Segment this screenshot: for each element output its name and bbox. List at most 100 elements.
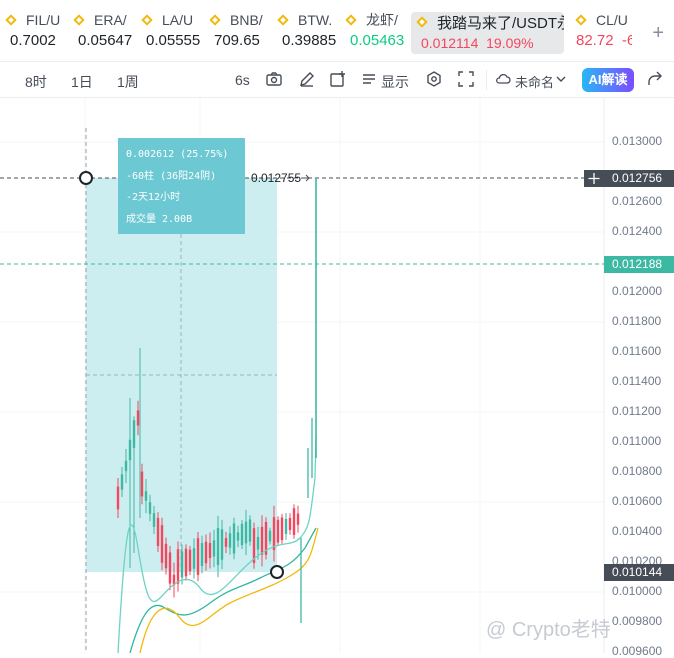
pencil-icon[interactable] — [298, 70, 316, 88]
ticker-btw[interactable]: BTW. 0.39885 — [272, 10, 340, 56]
ticker-era[interactable]: ERA/ 0.05647 — [68, 10, 136, 56]
chart-canvas[interactable] — [0, 98, 674, 653]
display-icon[interactable] — [360, 70, 378, 88]
add-ticker-icon[interactable]: + — [652, 22, 664, 45]
coin-icon — [210, 15, 220, 25]
candle-body — [236, 532, 240, 541]
price-axis-label: 0.013000 — [612, 134, 663, 148]
price-axis-label: 0.012600 — [612, 194, 663, 208]
measure-start-handle[interactable] — [79, 171, 93, 185]
candle-body — [136, 410, 140, 426]
candle-body — [260, 526, 264, 555]
price-tag-low: 0.010144 — [604, 564, 674, 581]
camera-icon[interactable] — [265, 70, 283, 88]
ticker-longxia[interactable]: 龙虾/ 0.05463 — [340, 10, 408, 56]
layout-name-select[interactable]: 未命名 — [515, 72, 554, 91]
price-axis-label: 0.011400 — [612, 374, 662, 388]
chart-toolbar: 8时 1日 1周 6s 显示 未命名 AI解读 — [0, 62, 674, 98]
add-indicator-icon[interactable] — [329, 70, 347, 88]
candle-body — [280, 517, 284, 541]
price-axis-label: 0.012000 — [612, 284, 663, 298]
ticker-price: 0.05647 — [78, 32, 133, 49]
ticker-price: 0.05555 — [146, 32, 201, 49]
price-axis-label: 0.009600 — [612, 644, 663, 658]
ticker-price: 82.72 — [576, 32, 614, 49]
share-icon[interactable] — [646, 70, 664, 88]
display-button[interactable]: 显示 — [381, 72, 409, 92]
coin-icon — [576, 15, 586, 25]
candle-body — [160, 525, 164, 563]
interval-select[interactable]: 6s — [235, 72, 250, 88]
candle-body — [248, 519, 252, 542]
ticker-price: 0.012114 — [421, 35, 479, 51]
ticker-bnb[interactable]: BNB/ 709.65 — [204, 10, 272, 56]
ticker-fil[interactable]: FIL/U 0.7002 — [0, 10, 68, 56]
candle-body — [204, 541, 208, 564]
measure-end-handle[interactable] — [270, 565, 284, 579]
candle-body — [276, 519, 280, 543]
candle-body — [152, 513, 156, 527]
ticker-cl[interactable]: CL/U 82.72 -6 — [570, 10, 632, 56]
fullscreen-icon[interactable] — [457, 70, 475, 88]
ticker-price: 709.65 — [214, 32, 260, 49]
timeframe-1d[interactable]: 1日 — [71, 72, 93, 92]
timeframe-1w[interactable]: 1周 — [117, 72, 139, 92]
ticker-la[interactable]: LA/U 0.05555 — [136, 10, 204, 56]
settings-icon[interactable] — [425, 70, 443, 88]
candle-body — [180, 551, 184, 578]
price-chart[interactable]: 0.012755 0.013000 0.012600 0.012400 0.01200… — [0, 98, 674, 658]
candle-body — [124, 460, 128, 472]
candle-body — [200, 543, 204, 566]
candle-body — [288, 517, 292, 531]
candle-body — [292, 508, 296, 535]
chevron-down-icon[interactable] — [552, 70, 570, 88]
ticker-bar: FIL/U 0.7002 ERA/ 0.05647 LA/U 0.05555 B… — [0, 0, 674, 62]
candle-body — [244, 521, 248, 544]
candle-body — [232, 523, 236, 554]
candle-body — [184, 548, 188, 577]
candle-body — [196, 538, 200, 575]
candle-body — [272, 517, 276, 551]
price-axis-label: 0.009800 — [612, 614, 663, 628]
price-axis-label: 0.010400 — [612, 524, 663, 538]
high-marker-label: 0.012755 — [251, 171, 302, 185]
candle-body — [164, 543, 168, 569]
coin-icon — [346, 15, 356, 25]
price-axis-label: 0.010000 — [612, 584, 663, 598]
candle-body — [284, 518, 288, 534]
ticker-price: 0.39885 — [282, 32, 337, 49]
candle-body — [208, 542, 212, 559]
candle-body — [224, 538, 228, 547]
coin-icon — [278, 15, 288, 25]
candle-body — [228, 533, 232, 548]
measure-bars: -60柱 (36阳24阴) — [126, 170, 217, 182]
candle-body — [148, 502, 152, 514]
price-axis-label: 0.011600 — [612, 344, 662, 358]
price-axis-label: 0.011200 — [612, 404, 662, 418]
ticker-symbol: BTW. — [298, 12, 333, 28]
candle-body — [176, 549, 180, 584]
measure-change: 0.002612 (25.75%) — [126, 149, 229, 160]
ticker-price: 0.7002 — [10, 32, 56, 49]
candle-body — [156, 517, 160, 547]
candle-body — [120, 474, 124, 490]
candle-body — [216, 527, 220, 566]
ticker-symbol: ERA/ — [94, 12, 127, 28]
price-tag-high: 0.012756 — [604, 170, 674, 187]
ticker-change: -6 — [621, 32, 632, 49]
ticker-active[interactable]: 我踏马来了/USDT永 0.012114 19.09% — [411, 12, 564, 54]
cloud-icon — [496, 73, 511, 84]
candle-body — [220, 529, 224, 560]
measure-info-box: 0.002612 (25.75%) -60柱 (36阳24阴) -2天12小时 … — [118, 138, 245, 234]
ai-analysis-button[interactable]: AI解读 — [582, 68, 634, 92]
ticker-symbol: LA/U — [162, 12, 194, 28]
timeframe-8h[interactable]: 8时 — [25, 72, 47, 92]
measure-duration: -2天12小时 — [126, 192, 181, 203]
watermark: @ Crypto老特 — [486, 619, 611, 641]
candle-body — [192, 548, 196, 569]
price-axis-label: 0.011800 — [612, 314, 662, 328]
ticker-symbol: FIL/U — [26, 12, 61, 28]
ticker-symbol: 龙虾/ — [366, 12, 398, 28]
coin-icon — [142, 15, 152, 25]
price-axis-label: 0.011000 — [612, 434, 662, 448]
